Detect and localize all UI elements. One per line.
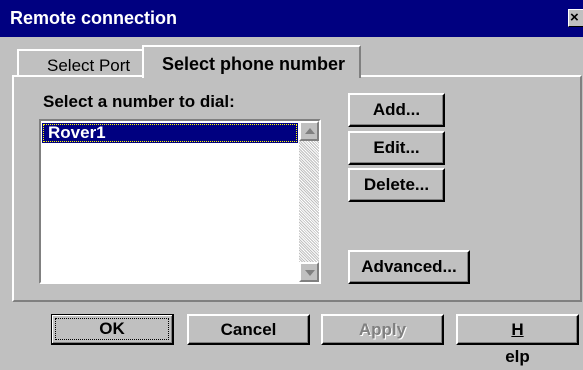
help-button[interactable]: Help (456, 314, 579, 366)
help-mnemonic: H (511, 320, 524, 339)
edit-button-label: Edit... (373, 138, 420, 157)
tab-select-port-label: Select Port (47, 56, 131, 75)
help-label-rest: elp (505, 347, 530, 366)
help-button-label: Help (458, 316, 577, 370)
ok-button[interactable]: OK (51, 314, 174, 345)
ok-button-label: OK (52, 315, 172, 343)
list-label: Select a number to dial: (43, 92, 235, 111)
tab-select-port[interactable]: Select Port (17, 49, 146, 77)
close-button[interactable]: × (568, 9, 583, 27)
tab-select-phone-number[interactable]: Select phone number (142, 45, 361, 78)
cancel-button[interactable]: Cancel (187, 314, 310, 345)
apply-button[interactable]: Apply (321, 314, 444, 345)
delete-button-label: Delete... (363, 175, 430, 194)
scroll-down-button[interactable] (299, 262, 319, 282)
title-bar: Remote connection × (0, 0, 583, 37)
window-title: Remote connection (10, 8, 178, 28)
add-button[interactable]: Add... (348, 93, 445, 127)
add-button-label: Add... (372, 100, 421, 119)
tab-select-phone-number-label: Select phone number (162, 54, 346, 74)
scroll-up-button[interactable] (299, 121, 319, 141)
cancel-button-label: Cancel (220, 320, 277, 339)
edit-button[interactable]: Edit... (348, 131, 445, 165)
arrow-up-icon (305, 128, 315, 134)
delete-button[interactable]: Delete... (348, 168, 445, 202)
list-item[interactable]: Rover1 (42, 123, 298, 143)
apply-button-label: Apply (358, 320, 407, 339)
advanced-button-label: Advanced... (361, 257, 457, 276)
phone-number-list[interactable]: Rover1 (39, 119, 321, 284)
list-content: Rover1 (41, 121, 299, 282)
close-icon: × (570, 9, 579, 26)
advanced-button[interactable]: Advanced... (348, 250, 470, 284)
list-scrollbar[interactable] (299, 121, 319, 282)
arrow-down-icon (305, 270, 315, 276)
